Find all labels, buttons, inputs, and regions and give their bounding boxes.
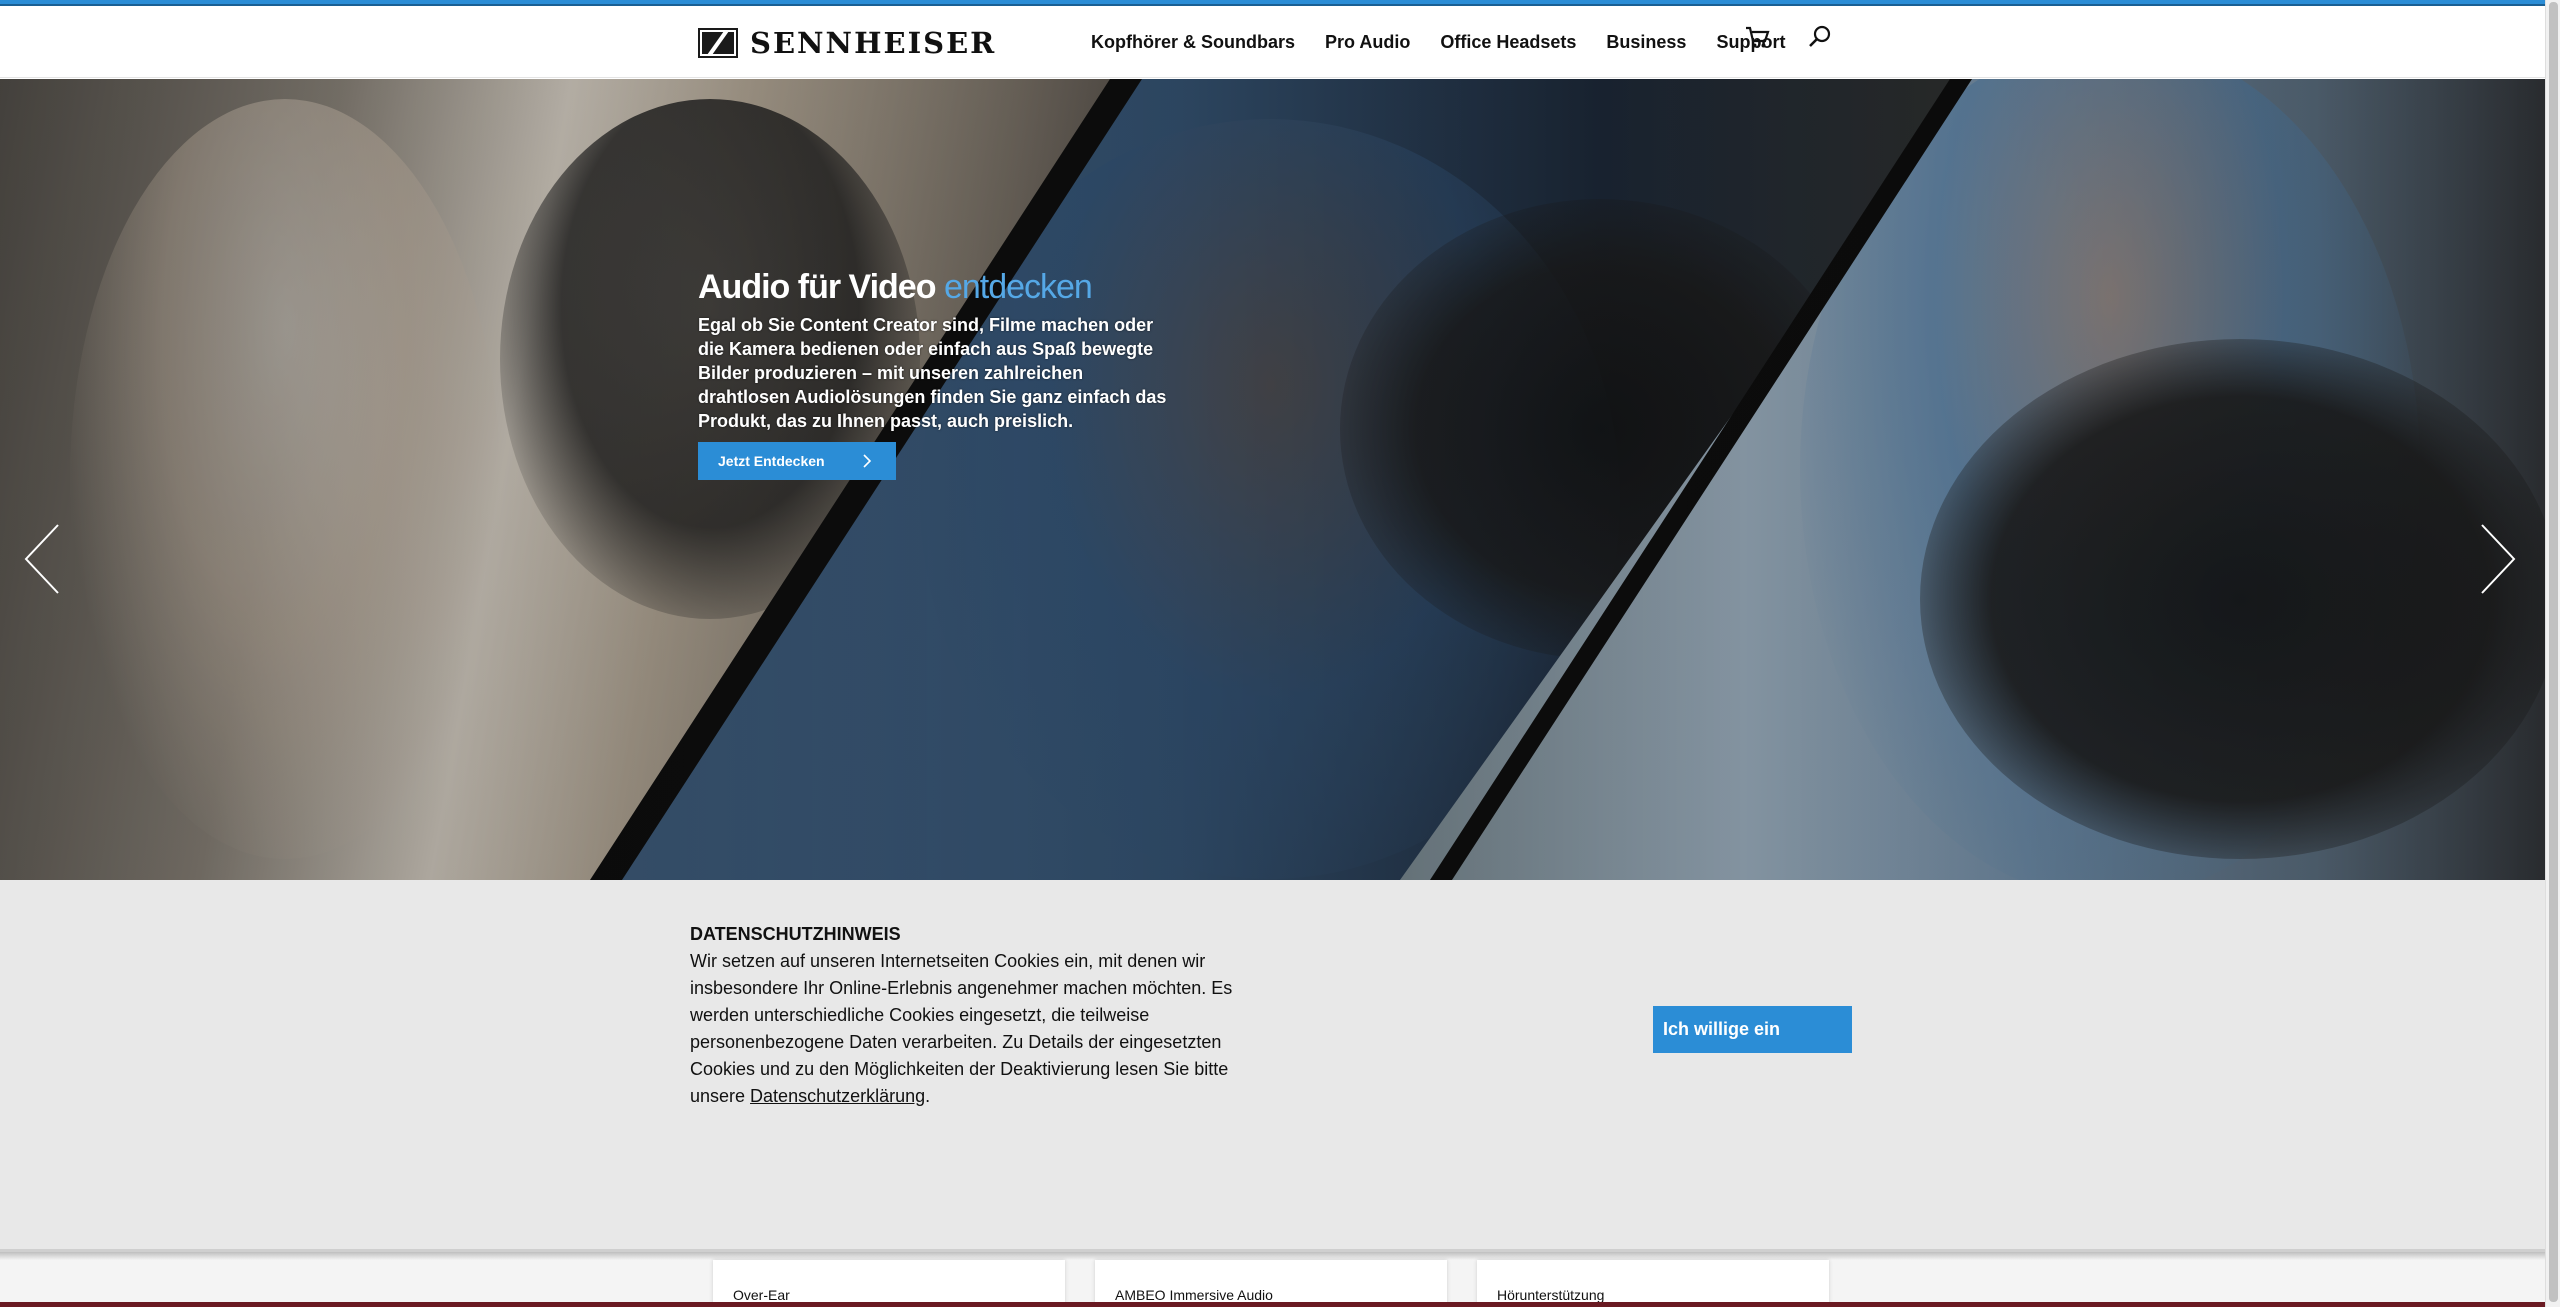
nav-item-kopfhoerer[interactable]: Kopfhörer & Soundbars xyxy=(1091,32,1295,53)
nav-item-pro-audio[interactable]: Pro Audio xyxy=(1325,32,1410,53)
category-strip: Over-Ear AMBEO Immersive Audio Hörunters… xyxy=(0,1252,2545,1307)
category-label: Over-Ear xyxy=(733,1287,790,1303)
hero-cta-button[interactable]: Jetzt Entdecken xyxy=(698,442,896,480)
category-card-hoerunterstuetzung[interactable]: Hörunterstützung xyxy=(1477,1260,1829,1307)
hero-title: Audio für Video entdecken xyxy=(698,268,1168,307)
carousel-next-arrow-icon[interactable] xyxy=(2478,519,2518,599)
sennheiser-logo[interactable]: SENNHEISER xyxy=(698,26,997,60)
logo-mark-icon xyxy=(698,28,738,58)
brand-name: SENNHEISER xyxy=(750,26,997,60)
hero-title-main: Audio für Video xyxy=(698,268,936,306)
main-nav: Kopfhörer & Soundbars Pro Audio Office H… xyxy=(1091,6,1815,78)
cookie-text: Wir setzen auf unseren Internetseiten Co… xyxy=(690,948,1250,1110)
category-label: AMBEO Immersive Audio xyxy=(1115,1287,1273,1303)
cart-icon[interactable] xyxy=(1744,24,1770,50)
hero-text-block: Audio für Video entdecken Egal ob Sie Co… xyxy=(698,268,1168,433)
page-scrollbar[interactable] xyxy=(2545,0,2560,1307)
bottom-edge-bar xyxy=(0,1302,2545,1307)
hero-cta-label: Jetzt Entdecken xyxy=(718,453,825,469)
nav-item-business[interactable]: Business xyxy=(1606,32,1686,53)
cookie-title: DATENSCHUTZHINWEIS xyxy=(690,924,901,944)
cookie-accept-button[interactable]: Ich willige ein xyxy=(1653,1006,1852,1053)
strip-shadow xyxy=(0,1252,2545,1260)
hero-description: Egal ob Sie Content Creator sind, Filme … xyxy=(698,315,1167,431)
carousel-prev-arrow-icon[interactable] xyxy=(22,519,62,599)
cookie-text-end: . xyxy=(925,1086,931,1106)
nav-item-office-headsets[interactable]: Office Headsets xyxy=(1440,32,1576,53)
scrollbar-thumb[interactable] xyxy=(2549,2,2558,1302)
hero-banner xyxy=(0,79,2545,880)
category-card-over-ear[interactable]: Over-Ear xyxy=(713,1260,1065,1307)
cookie-notice: DATENSCHUTZHINWEIS Wir setzen auf unsere… xyxy=(0,880,2545,1252)
hero-shade xyxy=(0,79,2545,880)
page: SENNHEISER Kopfhörer & Soundbars Pro Aud… xyxy=(0,0,2560,1307)
hero-title-accent: entdecken xyxy=(943,268,1093,306)
cookie-body: Wir setzen auf unseren Internetseiten Co… xyxy=(690,951,1233,1106)
category-card-ambeo[interactable]: AMBEO Immersive Audio xyxy=(1095,1260,1447,1307)
privacy-policy-link[interactable]: Datenschutzerklärung xyxy=(750,1086,925,1106)
chevron-right-icon xyxy=(860,454,874,468)
category-label: Hörunterstützung xyxy=(1497,1287,1605,1303)
search-icon[interactable] xyxy=(1807,24,1833,50)
